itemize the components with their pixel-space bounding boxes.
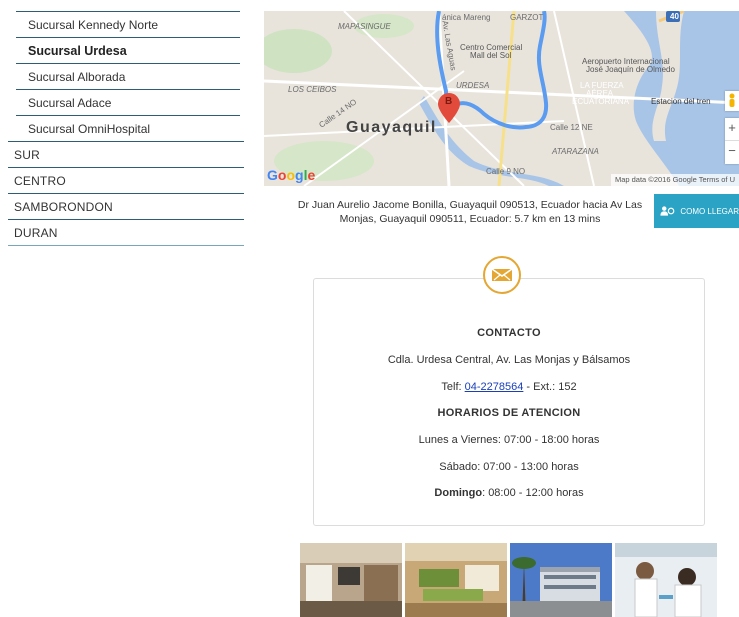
route-description: Dr Juan Aurelio Jacome Bonilla, Guayaqui…: [297, 199, 643, 225]
map-label-mapasingue: MAPASINGUE: [338, 22, 391, 31]
sidebar-item-kennedy-norte[interactable]: Sucursal Kennedy Norte: [16, 11, 240, 37]
phone-link[interactable]: 04-2278564: [465, 381, 524, 393]
photo-building[interactable]: [510, 543, 612, 617]
sidebar-item-sur[interactable]: SUR: [8, 141, 244, 167]
contact-phone-line: Telf: 04-2278564 - Ext.: 152: [313, 381, 705, 393]
hours-saturday: Sábado: 07:00 - 13:00 horas: [439, 461, 579, 473]
contact-heading: CONTACTO: [477, 327, 541, 339]
contact-address: Cdla. Urdesa Central, Av. Las Monjas y B…: [387, 354, 631, 366]
map-label-atarazana: ATARAZANA: [552, 147, 599, 156]
map-zoom-control: + −: [725, 118, 739, 164]
photo-reception[interactable]: [300, 543, 402, 617]
sidebar-item-duran[interactable]: DURAN: [8, 219, 244, 245]
map-label-urdesa: URDESA: [456, 81, 490, 90]
hours-heading: HORARIOS DE ATENCION: [437, 407, 581, 419]
map-label-tren: Estacion del tren: [651, 97, 711, 106]
highway-shield-label: 40: [670, 12, 679, 21]
route-map[interactable]: ánica Mareng GARZOT MAPASINGUE Centro Co…: [264, 11, 739, 186]
zoom-in-button[interactable]: +: [725, 118, 739, 141]
map-label-airport-2: José Joaquín de Olmedo: [586, 65, 675, 74]
sidebar-nav: Sucursal Kennedy Norte Sucursal Urdesa S…: [8, 11, 244, 246]
contact-icon-circle: [483, 256, 521, 294]
map-label-lafuerza-3: ECUATORIANA: [572, 97, 630, 106]
directions-button[interactable]: COMO LLEGAR: [654, 194, 739, 228]
sidebar-item-samborondon[interactable]: SAMBORONDON: [8, 193, 244, 219]
phone-prefix: Telf:: [441, 381, 465, 393]
photo-waiting-room[interactable]: [405, 543, 507, 617]
user-route-icon: [660, 206, 675, 216]
zoom-out-button[interactable]: −: [725, 141, 739, 161]
map-label-calle-9: Calle 9 NO: [486, 167, 526, 176]
sidebar-item-urdesa[interactable]: Sucursal Urdesa: [16, 37, 240, 63]
envelope-icon: [491, 268, 513, 281]
hours-sunday: Domingo: 08:00 - 12:00 horas: [313, 487, 705, 499]
sidebar-item-omnihospital[interactable]: Sucursal OmniHospital: [16, 115, 240, 141]
google-logo: Google: [267, 167, 316, 183]
map-label-los-ceibos: LOS CEIBOS: [288, 85, 337, 94]
map-label-garzota: GARZOT: [510, 13, 544, 22]
sidebar-item-centro[interactable]: CENTRO: [8, 167, 244, 193]
phone-extension: - Ext.: 152: [523, 381, 577, 393]
directions-button-label: COMO LLEGAR: [680, 206, 739, 216]
map-attribution[interactable]: Map data ©2016 Google Terms of U: [610, 174, 739, 186]
map-label-calle-12: Calle 12 NE: [550, 123, 593, 132]
sunday-hours: : 08:00 - 12:00 horas: [482, 487, 584, 499]
map-label-cc-mall-2: Mall del Sol: [470, 51, 512, 60]
sidebar-item-alborada[interactable]: Sucursal Alborada: [16, 63, 240, 89]
sidebar-item-adace[interactable]: Sucursal Adace: [16, 89, 240, 115]
hours-weekdays: Lunes a Viernes: 07:00 - 18:00 horas: [418, 434, 600, 446]
map-marker-b[interactable]: B: [445, 96, 452, 107]
pegman-icon[interactable]: [725, 91, 739, 111]
photo-laboratory[interactable]: [615, 543, 717, 617]
sunday-label: Domingo: [434, 487, 483, 499]
map-city-label: Guayaquil: [346, 119, 437, 136]
